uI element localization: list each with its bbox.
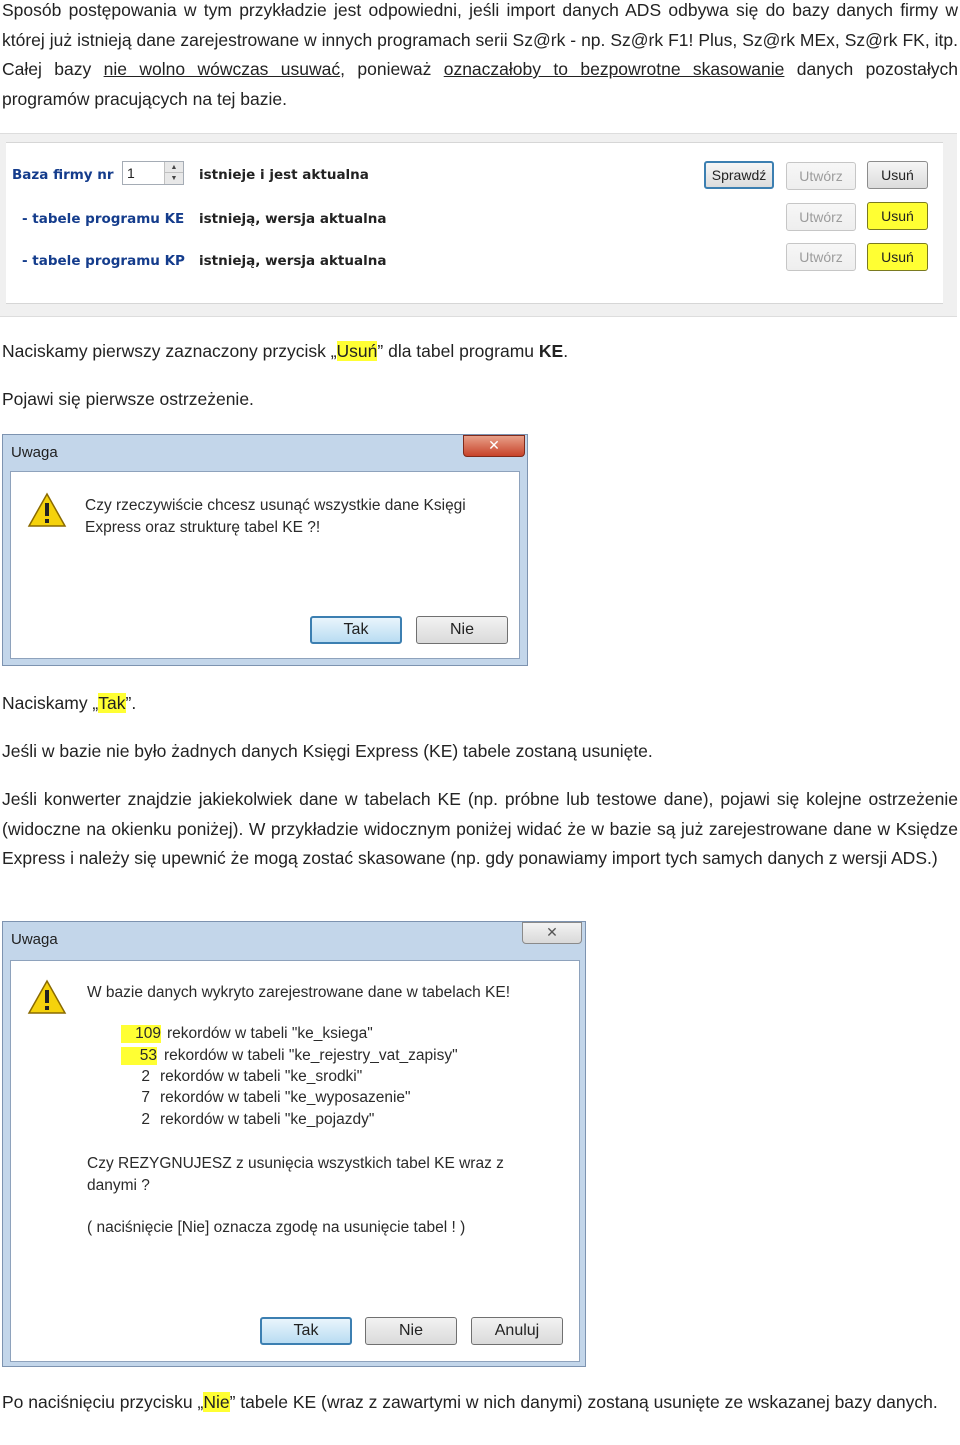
step1-highlight: Usuń <box>336 341 378 361</box>
warning-dialog-2: Uwaga ✕ W bazie danych wykryto zarejestr… <box>2 921 586 1367</box>
status-ke: istnieją, wersja aktualna <box>199 211 387 227</box>
dialog1-message-line1: Czy rzeczywiście chcesz usunąć wszystkie… <box>85 497 466 514</box>
intro-mid: , ponieważ <box>340 59 444 79</box>
dialog2-heading: W bazie danych wykryto zarejestrowane da… <box>87 984 511 1001</box>
final-post: ” tabele KE (wraz z zawartymi w nich dan… <box>229 1392 938 1412</box>
step1-bold: KE <box>538 341 564 361</box>
final-paragraph: Po naciśnięciu przycisku „Nie” tabele KE… <box>2 1388 958 1418</box>
dialog2-question-line1: Czy REZYGNUJESZ z usunięcia wszystkich t… <box>87 1155 504 1172</box>
intro-underline-2: oznaczałoby to bezpowrotne skasowanie <box>443 59 785 79</box>
dialog2-close-icon[interactable]: ✕ <box>522 922 582 944</box>
step3-highlight: Tak <box>98 693 126 713</box>
dialog2-cancel-button[interactable]: Anuluj <box>471 1317 563 1345</box>
row-ke-rejestry: rekordów w tabeli "ke_rejestry_vat_zapis… <box>164 1047 458 1064</box>
status-base: istnieje i jest aktualna <box>199 167 369 183</box>
step1-pre: Naciskamy pierwszy zaznaczony przycisk „ <box>2 341 337 361</box>
step1-dot: . <box>563 341 569 361</box>
step1-paragraph: Naciskamy pierwszy zaznaczony przycisk „… <box>2 337 958 367</box>
dialog1-close-icon[interactable]: ✕ <box>463 435 525 457</box>
warning-icon <box>27 492 67 527</box>
dialog2-yes-button[interactable]: Tak <box>260 1317 352 1345</box>
dialog2-question-line2: danymi ? <box>87 1177 150 1194</box>
dialog2-note: ( naciśnięcie [Nie] oznacza zgodę na usu… <box>87 1219 466 1236</box>
create-base-button[interactable]: Utwórz <box>786 162 856 190</box>
final-highlight: Nie <box>203 1392 230 1412</box>
final-pre: Po naciśnięciu przycisku „ <box>2 1392 204 1412</box>
step2-paragraph: Pojawi się pierwsze ostrzeżenie. <box>2 389 254 409</box>
dialog2-client: W bazie danych wykryto zarejestrowane da… <box>10 960 580 1362</box>
step3-paragraph: Naciskamy „Tak”. <box>2 689 958 719</box>
intro-paragraph: Sposób postępowania w tym przykładzie je… <box>2 0 958 114</box>
row-ke-srodki: rekordów w tabeli "ke_srodki" <box>160 1068 363 1085</box>
dialog1-yes-button[interactable]: Tak <box>310 616 402 644</box>
delete-kp-button[interactable]: Usuń <box>867 243 928 271</box>
intro-underline-1: nie wolno wówczas usuwać <box>103 59 341 79</box>
label-base: Baza firmy nr <box>12 167 114 183</box>
para5: Jeśli konwerter znajdzie jakiekolwiek da… <box>2 789 958 868</box>
delete-base-button[interactable]: Usuń <box>867 161 928 189</box>
step1-post: ” dla tabel programu <box>377 341 539 361</box>
create-ke-button[interactable]: Utwórz <box>786 203 856 231</box>
dialog2-no-button[interactable]: Nie <box>365 1317 457 1345</box>
dialog1-client: Czy rzeczywiście chcesz usunąć wszystkie… <box>10 471 520 659</box>
company-number-spinner[interactable]: 1 ▲ ▼ <box>122 161 184 185</box>
spinner-value: 1 <box>127 165 135 181</box>
status-kp: istnieją, wersja aktualna <box>199 253 387 269</box>
dialog1-title: Uwaga <box>11 444 58 461</box>
check-button[interactable]: Sprawdź <box>704 161 774 189</box>
step3-post: ”. <box>125 693 137 713</box>
warning-dialog-1: Uwaga ✕ Czy rzeczywiście chcesz usunąć w… <box>2 434 528 666</box>
row-ke-wyposazenie: rekordów w tabeli "ke_wyposazenie" <box>160 1089 411 1106</box>
spinner-down-icon[interactable]: ▼ <box>164 172 183 184</box>
warning-icon <box>27 979 67 1014</box>
row-ke-ksiega: rekordów w tabeli "ke_ksiega" <box>167 1025 373 1042</box>
step3-pre: Naciskamy „ <box>2 693 99 713</box>
label-ke: - tabele programu KE <box>22 211 185 227</box>
dialog1-message-line2: Express oraz strukturę tabel KE ?! <box>85 519 321 536</box>
count-ke-wyposazenie: 7 <box>141 1089 150 1106</box>
count-ke-srodki: 2 <box>141 1068 150 1085</box>
count-ke-ksiega: 109 <box>121 1025 161 1043</box>
label-kp: - tabele programu KP <box>22 253 185 269</box>
create-kp-button[interactable]: Utwórz <box>786 243 856 271</box>
dialog2-title: Uwaga <box>11 931 58 948</box>
row-ke-pojazdy: rekordów w tabeli "ke_pojazdy" <box>160 1111 375 1128</box>
count-ke-rejestry: 53 <box>121 1047 157 1065</box>
para4: Jeśli w bazie nie było żadnych danych Ks… <box>2 741 653 761</box>
delete-ke-button[interactable]: Usuń <box>867 202 928 230</box>
dialog1-no-button[interactable]: Nie <box>416 616 508 644</box>
count-ke-pojazdy: 2 <box>141 1111 150 1128</box>
